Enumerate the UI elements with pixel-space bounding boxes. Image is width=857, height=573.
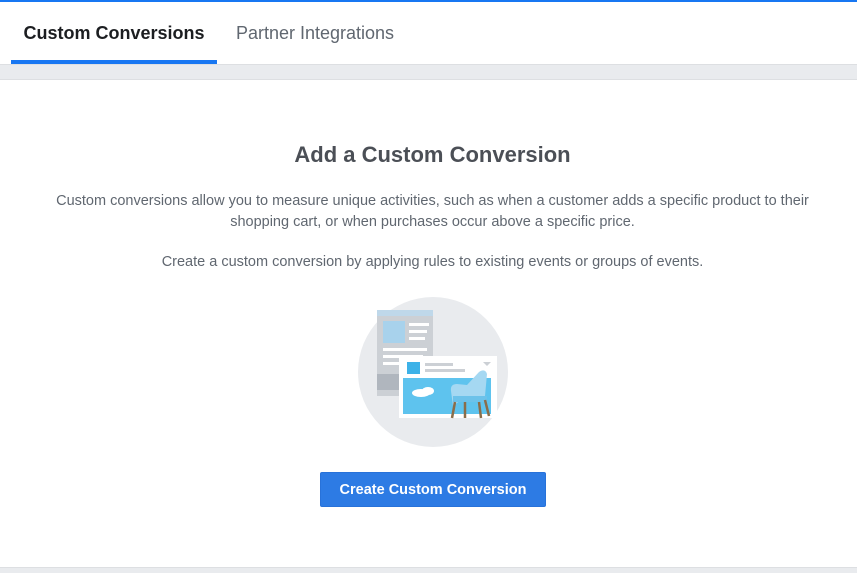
tab-partner-integrations-label: Partner Integrations	[235, 22, 395, 43]
instruction-text: Create a custom conversion by applying r…	[161, 254, 704, 270]
create-custom-conversion-button-label: Create Custom Conversion	[339, 481, 527, 498]
tab-separator	[0, 64, 857, 80]
custom-conversion-illustration-icon	[358, 297, 508, 447]
description-text: Custom conversions allow you to measure …	[56, 193, 809, 230]
page-title: Add a Custom Conversion	[294, 142, 571, 167]
empty-state-panel: Add a Custom Conversion Custom conversio…	[0, 80, 857, 568]
create-custom-conversion-button[interactable]: Create Custom Conversion	[320, 472, 546, 507]
tab-custom-conversions-label: Custom Conversions	[23, 22, 205, 43]
tab-partner-integrations[interactable]: Partner Integrations	[226, 2, 404, 64]
tab-custom-conversions[interactable]: Custom Conversions	[11, 2, 217, 64]
bottom-separator	[0, 567, 857, 573]
tab-bar: Custom Conversions Partner Integrations	[0, 2, 857, 64]
